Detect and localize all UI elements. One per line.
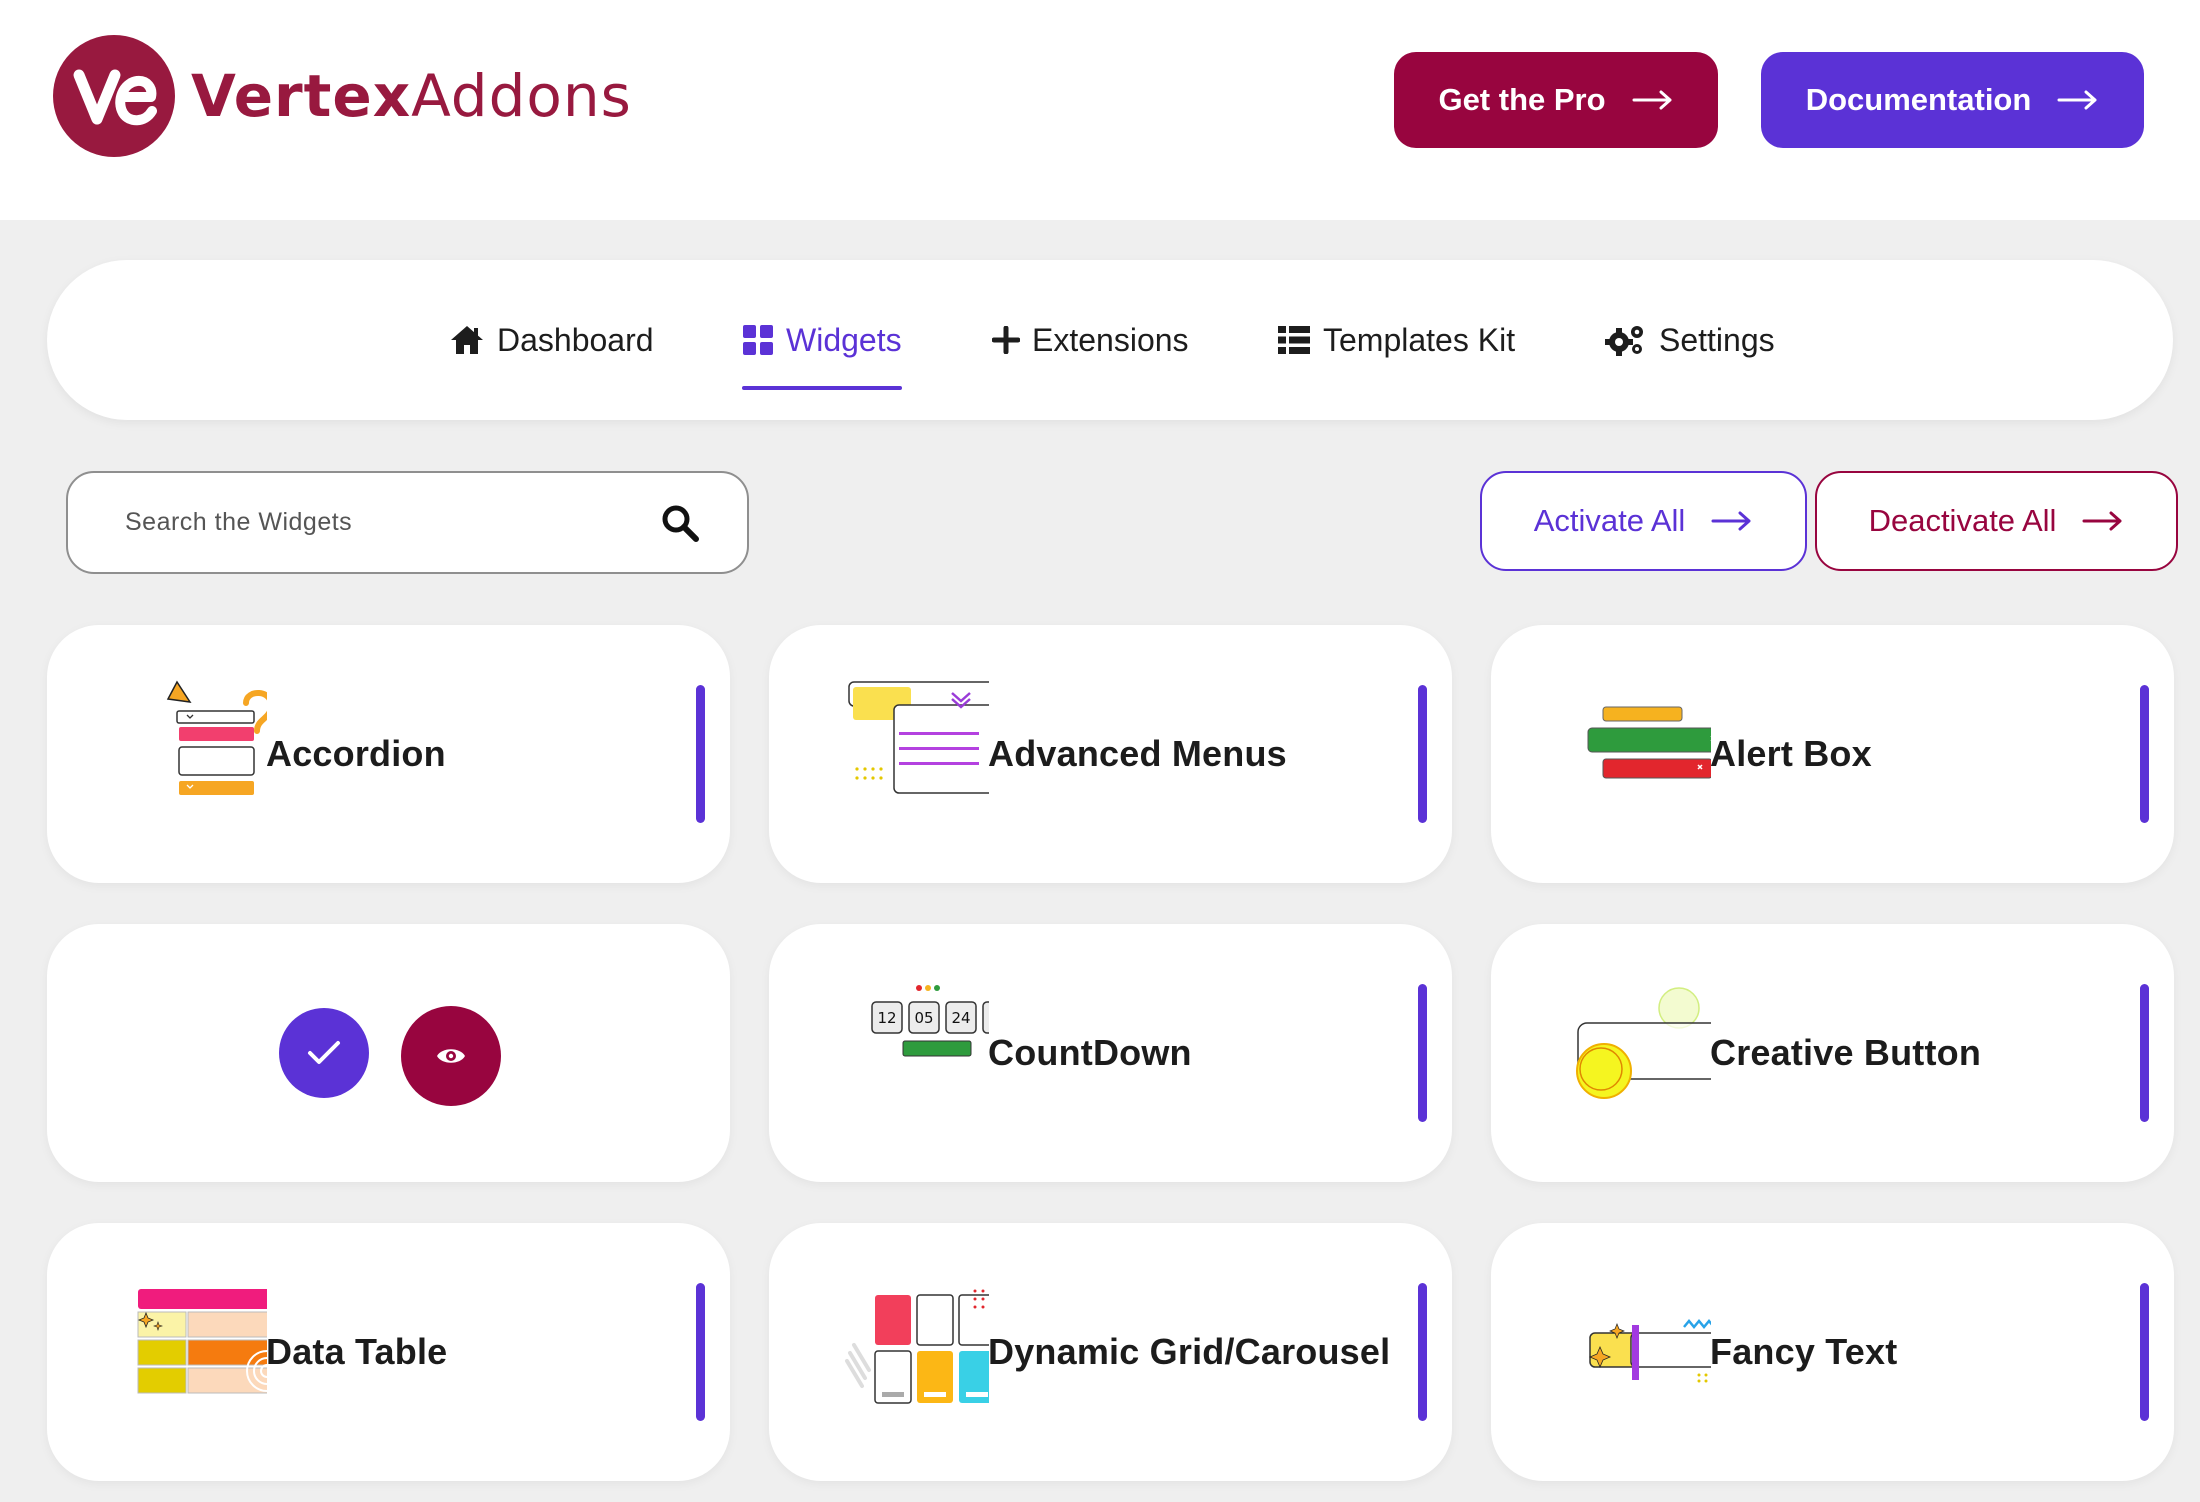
- brand-name-bold: Vertex: [191, 62, 412, 130]
- widget-name: CountDown: [988, 1032, 1192, 1073]
- get-pro-label: Get the Pro: [1438, 82, 1606, 117]
- home-icon: [451, 326, 483, 354]
- widget-card-data-table[interactable]: Data Table: [47, 1223, 730, 1481]
- search-icon[interactable]: [661, 504, 699, 542]
- alert-box-illustration-icon: [1587, 706, 1711, 779]
- active-tab-underline: [742, 386, 902, 390]
- search-input[interactable]: [125, 508, 661, 537]
- brand-logo[interactable]: VertexAddons: [53, 35, 632, 157]
- widget-toggle[interactable]: [696, 685, 705, 823]
- countdown-digit: 24: [951, 1009, 970, 1027]
- widget-toggle[interactable]: [1418, 984, 1427, 1122]
- creative-button-illustration-icon: [1576, 987, 1711, 1099]
- widget-card-alert-box[interactable]: Alert Box: [1491, 625, 2174, 883]
- deactivate-all-button[interactable]: Deactivate All: [1815, 471, 2178, 571]
- grid-icon: [743, 325, 773, 355]
- widget-card-dynamic-grid-carousel[interactable]: Dynamic Grid/Carousel: [769, 1223, 1452, 1481]
- plus-icon: [992, 326, 1020, 354]
- list-icon: [1278, 326, 1310, 354]
- deactivate-all-label: Deactivate All: [1868, 503, 2057, 538]
- documentation-label: Documentation: [1805, 82, 2032, 117]
- widget-card-advanced-menus[interactable]: Advanced Menus: [769, 625, 1452, 883]
- widget-toggle[interactable]: [1418, 685, 1427, 823]
- widget-toggle[interactable]: [2140, 1283, 2149, 1421]
- tab-extensions[interactable]: Extensions: [992, 310, 1189, 370]
- countdown-illustration-icon: 12 05 24 59: [871, 985, 989, 1057]
- fancy-text-illustration-icon: [1588, 1319, 1711, 1383]
- logo-mark-icon: [53, 35, 175, 157]
- widget-toggle[interactable]: [1418, 1283, 1427, 1421]
- check-icon: [308, 1041, 340, 1064]
- arrow-right-icon: [2082, 511, 2124, 531]
- widget-toggle[interactable]: [2140, 685, 2149, 823]
- top-header: VertexAddons Get the Pro Documentation: [0, 0, 2200, 220]
- tab-label: Settings: [1659, 321, 1775, 358]
- widget-name: Alert Box: [1710, 733, 1872, 774]
- documentation-button[interactable]: Documentation: [1761, 52, 2144, 148]
- tab-settings[interactable]: Settings: [1605, 310, 1775, 370]
- main-nav: Dashboard Widgets Extensions Templates K…: [47, 260, 2173, 420]
- tab-dashboard[interactable]: Dashboard: [449, 310, 654, 370]
- widget-name: Fancy Text: [1710, 1331, 1898, 1372]
- widget-card-accordion[interactable]: Accordion: [47, 625, 730, 883]
- activate-all-button[interactable]: Activate All: [1480, 471, 1807, 571]
- widget-toggle[interactable]: [696, 1283, 705, 1421]
- tab-label: Extensions: [1032, 321, 1189, 358]
- widget-name: Advanced Menus: [988, 733, 1287, 774]
- brand-name-light: Addons: [411, 62, 632, 130]
- widget-toggle[interactable]: [2140, 984, 2149, 1122]
- accordion-illustration-icon: [166, 680, 267, 795]
- tab-label: Templates Kit: [1323, 321, 1516, 358]
- tab-label: Dashboard: [497, 321, 654, 358]
- tab-label: Widgets: [786, 321, 902, 358]
- arrow-right-icon: [1711, 511, 1753, 531]
- tab-widgets[interactable]: Widgets: [742, 310, 902, 390]
- data-table-illustration-icon: [137, 1289, 267, 1394]
- widget-card-hovered[interactable]: [47, 924, 730, 1182]
- arrow-right-icon: [2057, 90, 2099, 110]
- widget-name: Dynamic Grid/Carousel: [988, 1331, 1391, 1372]
- tab-templates-kit[interactable]: Templates Kit: [1277, 310, 1515, 370]
- search-box: [66, 471, 749, 574]
- countdown-digit: 05: [914, 1009, 933, 1027]
- widget-card-fancy-text[interactable]: Fancy Text: [1491, 1223, 2174, 1481]
- widget-card-creative-button[interactable]: Creative Button: [1491, 924, 2174, 1182]
- widget-name: Data Table: [266, 1331, 448, 1372]
- advanced-menus-illustration-icon: [848, 681, 989, 794]
- gears-icon: [1605, 326, 1643, 356]
- brand-name: VertexAddons: [191, 62, 632, 130]
- activate-widget-button[interactable]: [279, 1008, 369, 1098]
- dynamic-grid-illustration-icon: [845, 1289, 989, 1404]
- widget-name: Accordion: [266, 733, 446, 774]
- activate-all-label: Activate All: [1533, 503, 1686, 538]
- widget-card-countdown[interactable]: 12 05 24 59 CountDown: [769, 924, 1452, 1182]
- get-pro-button[interactable]: Get the Pro: [1394, 52, 1718, 148]
- widget-name: Creative Button: [1710, 1032, 1982, 1073]
- arrow-right-icon: [1632, 90, 1674, 110]
- eye-icon: [437, 1049, 465, 1063]
- countdown-digit: 12: [877, 1009, 896, 1027]
- preview-widget-button[interactable]: [401, 1006, 501, 1106]
